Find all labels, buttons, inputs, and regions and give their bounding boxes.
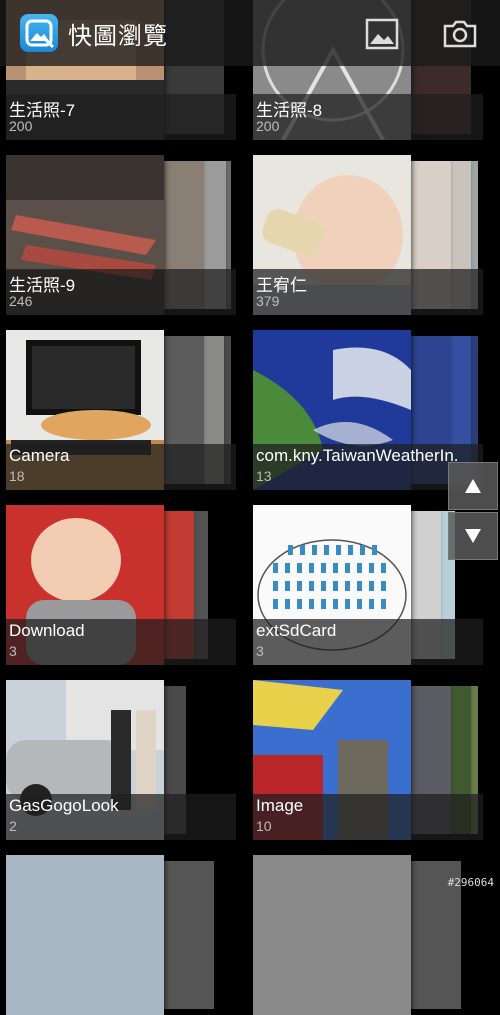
album-tile[interactable] (6, 855, 236, 1015)
app-title: 快圖瀏覽 (68, 22, 168, 50)
scroll-down-button[interactable] (448, 512, 498, 560)
action-bar: 快圖瀏覽 (0, 0, 500, 66)
album-name: Download (9, 621, 85, 640)
watermark: #296064 (447, 876, 494, 889)
album-count: 18 (9, 468, 25, 484)
album-tile[interactable]: Download 3 (6, 505, 236, 665)
album-cover-image (6, 855, 164, 1015)
gallery-icon[interactable] (362, 14, 402, 54)
app-logo-icon[interactable] (20, 14, 58, 52)
camera-icon[interactable] (440, 14, 480, 54)
album-name: GasGogoLook (9, 796, 119, 815)
album-tile[interactable]: 生活照-9 246 (6, 155, 236, 315)
album-tile[interactable]: 王宥仁 379 (253, 155, 483, 315)
album-name: 生活照-7 (9, 101, 76, 120)
album-name: extSdCard (256, 621, 337, 640)
album-count: 2 (9, 818, 17, 834)
album-count: 10 (256, 818, 272, 834)
album-tile[interactable]: GasGogoLook 2 (6, 680, 236, 840)
album-tile[interactable]: Camera 18 (6, 330, 236, 490)
album-count: 246 (9, 293, 33, 309)
album-count: 200 (256, 118, 280, 134)
album-count: 200 (9, 118, 33, 134)
album-name: Image (256, 796, 304, 815)
album-name: 生活照-8 (256, 101, 323, 120)
album-tile[interactable]: Image 10 (253, 680, 483, 840)
arrow-down-icon (465, 529, 481, 543)
album-count: 3 (256, 643, 264, 659)
album-cover-image (253, 855, 411, 1015)
album-count: 3 (9, 643, 17, 659)
arrow-up-icon (465, 479, 481, 493)
scroll-up-button[interactable] (448, 462, 498, 510)
album-count: 379 (256, 293, 280, 309)
album-name: Camera (9, 446, 70, 465)
album-count: 13 (256, 468, 272, 484)
album-name: 王宥仁 (256, 276, 307, 295)
album-name: 生活照-9 (9, 276, 76, 295)
